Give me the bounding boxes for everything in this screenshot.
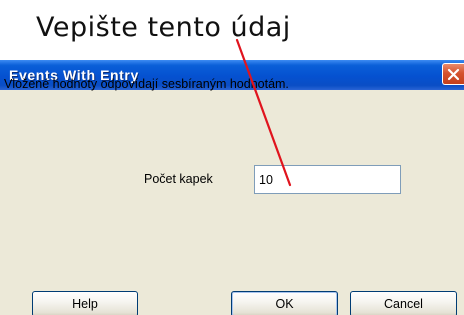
annotation-label: Vepište tento údaj xyxy=(36,12,291,43)
close-icon xyxy=(447,68,460,81)
drop-count-label: Počet kapek xyxy=(144,172,213,186)
drop-count-input[interactable] xyxy=(254,165,401,194)
cancel-button[interactable]: Cancel xyxy=(350,291,457,315)
dialog-message: Vložené hodnoty odpovídají sesbíraným ho… xyxy=(4,77,289,91)
close-button[interactable] xyxy=(442,63,464,85)
ok-button[interactable]: OK xyxy=(231,291,338,315)
screenshot-page: Vepište tento údaj Events With Entry Vlo… xyxy=(0,0,464,315)
help-button[interactable]: Help xyxy=(32,291,138,315)
